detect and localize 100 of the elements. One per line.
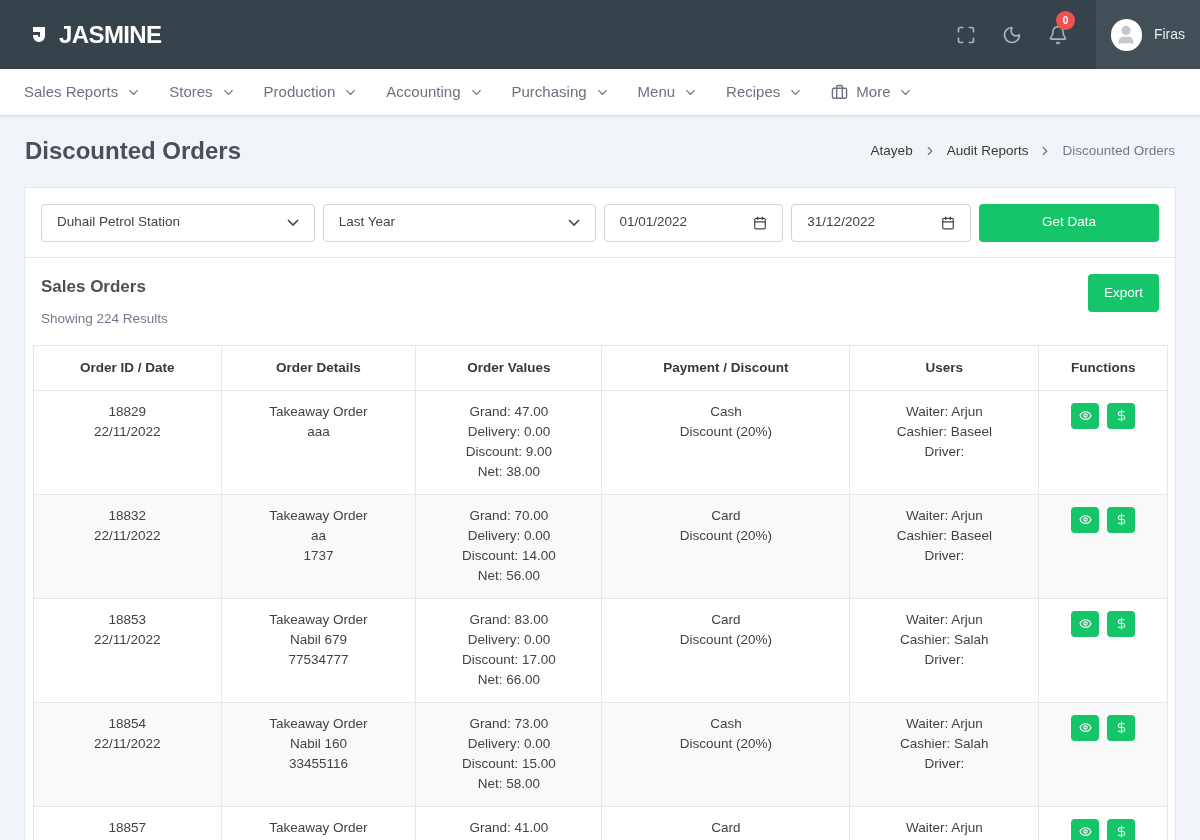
table-cell-text: Grand: 41.00: [468, 818, 550, 837]
table-cell-text: Net: 38.00: [476, 462, 542, 481]
view-button[interactable]: [1071, 714, 1100, 741]
table-cell-text: Driver:: [923, 546, 966, 565]
table-cell-text: 1737: [302, 546, 335, 565]
table-cell-text: Driver:: [923, 650, 966, 669]
table-cell-text: 33455116: [287, 754, 349, 773]
page-title: Discounted Orders: [25, 136, 242, 166]
breadcrumb-item[interactable]: Atayeb: [870, 140, 913, 162]
table-cell-text: 18854: [107, 714, 147, 733]
table-cell-text: 22/11/2022: [92, 734, 162, 753]
calendar-icon: [753, 215, 768, 230]
table-cell-text: Takeaway Order: [268, 714, 369, 733]
table-cell-text: Net: 58.00: [476, 774, 542, 793]
column-header: Functions: [1038, 345, 1168, 391]
table-cell-text: aaa: [306, 422, 331, 441]
table-cell-text: Discount (20%): [678, 422, 774, 441]
table-cell-text: Cashier: Salah: [899, 630, 990, 649]
column-header: Payment / Discount: [602, 345, 850, 391]
user-menu[interactable]: Firas: [1096, 0, 1200, 69]
store-select[interactable]: Duhail Petrol Station: [41, 203, 315, 242]
table-cell-text: 22/11/2022: [92, 422, 162, 441]
chevron-icon: [286, 219, 299, 226]
table-cell-text: Discount: 9.00: [464, 442, 554, 461]
table-cell-text: Takeaway Order: [268, 402, 369, 421]
table-cell-text: Grand: 70.00: [468, 506, 550, 525]
table-cell-text: Takeaway Order: [268, 506, 369, 525]
nav-menu-item[interactable]: Purchasing: [511, 80, 610, 104]
table-cell-text: Grand: 73.00: [468, 714, 550, 733]
payment-button[interactable]: [1107, 402, 1136, 429]
table-cell-text: Card: [710, 818, 742, 837]
table-cell-text: aa: [309, 526, 327, 545]
to-date-field[interactable]: 31/12/2022: [791, 203, 972, 242]
breadcrumb-item[interactable]: Audit Reports: [946, 140, 1029, 162]
table-cell-text: Nabil 679: [288, 630, 348, 649]
table-cell-text: Nabil 160: [288, 734, 348, 753]
table-cell-text: Waiter: Arjun: [904, 506, 984, 525]
table-cell-text: Driver:: [923, 442, 966, 461]
nav-menu-item[interactable]: Recipes: [726, 80, 804, 104]
table-cell-text: Cash: [709, 402, 743, 421]
moon-icon[interactable]: [1002, 24, 1022, 45]
column-header: Users: [849, 345, 1039, 391]
payment-button[interactable]: [1107, 610, 1136, 637]
table-cell-text: 22/11/2022: [92, 526, 162, 545]
table-cell-text: Discount (20%): [678, 734, 774, 753]
period-select[interactable]: Last Year: [322, 203, 596, 242]
column-header: Order Values: [415, 345, 602, 391]
column-header: Order ID / Date: [33, 345, 221, 391]
table-cell-text: Card: [710, 610, 742, 629]
view-button[interactable]: [1071, 818, 1100, 840]
table-cell-text: Discount: 17.00: [461, 650, 557, 669]
eye-icon: [1078, 513, 1092, 527]
eye-icon: [1078, 825, 1092, 839]
column-header: Order Details: [221, 345, 416, 391]
notification-count: 0: [1056, 10, 1075, 30]
eye-icon: [1078, 721, 1092, 735]
table-cell-text: Waiter: Arjun: [904, 402, 984, 421]
fullscreen-icon[interactable]: [956, 24, 976, 45]
table-cell-text: Delivery: 0.00: [466, 734, 552, 753]
payment-button[interactable]: [1107, 714, 1136, 741]
avatar-icon: [1111, 18, 1142, 51]
table-cell-text: Cash: [709, 714, 743, 733]
brand-name: JASMINE: [59, 19, 162, 50]
nav-menu-item[interactable]: Stores: [169, 80, 236, 104]
table-cell-text: Cashier: Salah: [899, 734, 990, 753]
payment-button[interactable]: [1107, 818, 1136, 840]
user-name: Firas: [1153, 25, 1185, 44]
nav-menu-item[interactable]: Menu: [637, 80, 699, 104]
table-cell-text: Takeaway Order: [268, 610, 369, 629]
view-button[interactable]: [1071, 402, 1100, 429]
table-cell-text: Net: 66.00: [476, 670, 542, 689]
eye-icon: [1078, 617, 1092, 631]
table-cell-text: Grand: 83.00: [468, 610, 550, 629]
table-cell-text: Waiter: Arjun: [904, 818, 984, 837]
table-cell-text: Delivery: 0.00: [466, 526, 552, 545]
view-button[interactable]: [1071, 506, 1100, 533]
table-cell-text: Net: 56.00: [476, 566, 542, 585]
table-cell-text: Cashier: Baseel: [895, 422, 993, 441]
table-cell-text: 18853: [107, 610, 147, 629]
view-button[interactable]: [1071, 610, 1100, 637]
table-cell-text: Discount: 14.00: [461, 546, 557, 565]
table-cell-text: Delivery: 0.00: [466, 630, 552, 649]
nav-menu-item[interactable]: Accounting: [386, 80, 484, 104]
table-cell-text: Card: [710, 506, 742, 525]
bell-icon[interactable]: [1048, 24, 1068, 45]
table-cell-text: Cashier: Baseel: [895, 526, 993, 545]
table-cell-text: Waiter: Arjun: [904, 610, 984, 629]
table-cell-text: Takeaway Order: [268, 818, 369, 837]
table-cell-text: 18857: [107, 818, 147, 837]
chevron-icon: [567, 219, 580, 226]
table-cell-text: Discount: 15.00: [461, 754, 557, 773]
table-cell-text: 18829: [107, 402, 147, 421]
payment-button[interactable]: [1107, 506, 1136, 533]
table-cell-text: Delivery: 0.00: [466, 422, 552, 441]
nav-menu-item[interactable]: Production: [263, 80, 359, 104]
results-count: Showing 224 Results: [41, 309, 168, 328]
nav-menu-item[interactable]: More: [831, 80, 914, 104]
nav-menu-item[interactable]: Sales Reports: [24, 80, 142, 104]
calendar-icon: [941, 215, 956, 230]
from-date-field[interactable]: 01/01/2022: [603, 203, 784, 242]
